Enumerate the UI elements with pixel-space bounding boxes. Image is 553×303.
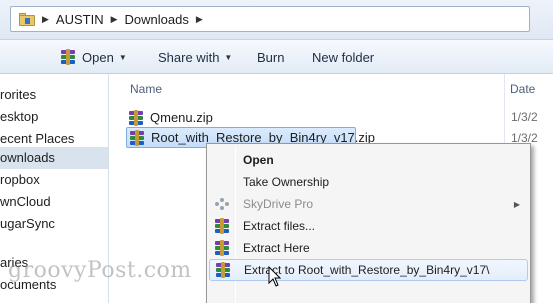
nav-item-downloads[interactable]: ownloads	[0, 147, 108, 169]
menu-item-label: Take Ownership	[243, 175, 330, 189]
menu-item-skydrive-pro[interactable]: SkyDrive Pro ▶	[209, 193, 528, 215]
share-with-label: Share with	[158, 49, 220, 65]
nav-item-dropbox[interactable]: ropbox	[0, 169, 40, 191]
menu-item-extract-files[interactable]: Extract files...	[209, 215, 528, 237]
winrar-icon	[128, 109, 144, 126]
winrar-icon	[60, 49, 76, 65]
menu-item-open[interactable]: Open	[209, 149, 528, 171]
folder-icon	[19, 12, 35, 26]
file-row-qmenu[interactable]: Qmenu.zip	[128, 107, 288, 128]
share-with-button[interactable]: Share with ▼	[158, 40, 232, 74]
watermark-logo: groovyPost.com	[8, 258, 192, 283]
menu-item-extract-to-folder[interactable]: Extract to Root_with_Restore_by_Bin4ry_v…	[209, 259, 528, 281]
column-date-header[interactable]: Date	[510, 82, 535, 96]
context-menu: Open Take Ownership SkyDrive Pro ▶ Extra…	[206, 143, 531, 303]
burn-label: Burn	[257, 49, 285, 65]
chevron-right-icon[interactable]: ▶	[111, 14, 118, 25]
open-button[interactable]: Open ▼	[60, 40, 127, 74]
chevron-right-icon[interactable]: ▶	[42, 14, 49, 25]
nav-item-owncloud[interactable]: wnCloud	[0, 191, 51, 213]
menu-item-label: SkyDrive Pro	[243, 197, 314, 211]
chevron-down-icon: ▼	[224, 52, 233, 62]
file-date: 1/3/2	[511, 110, 538, 124]
nav-item-desktop[interactable]: esktop	[0, 106, 38, 128]
chevron-right-icon[interactable]: ▶	[196, 14, 203, 25]
winrar-icon	[214, 240, 230, 256]
skydrive-icon	[215, 198, 229, 210]
nav-item-favorites[interactable]: rorites	[0, 84, 36, 106]
winrar-icon	[215, 262, 231, 278]
breadcrumb-downloads[interactable]: Downloads	[125, 12, 189, 27]
file-name: Qmenu.zip	[150, 110, 213, 125]
menu-item-label: Extract files...	[243, 219, 316, 233]
mouse-pointer-icon	[268, 266, 282, 287]
chevron-down-icon: ▼	[118, 52, 127, 62]
menu-item-label: Open	[243, 153, 274, 167]
burn-button[interactable]: Burn	[257, 40, 284, 74]
nav-item-sugarsync[interactable]: ugarSync	[0, 213, 55, 235]
column-header: Name Date	[110, 74, 553, 303]
menu-item-take-ownership[interactable]: Take Ownership	[209, 171, 528, 193]
menu-item-extract-here[interactable]: Extract Here	[209, 237, 528, 259]
menu-item-label: Extract Here	[243, 241, 310, 255]
new-folder-label: New folder	[312, 49, 375, 65]
address-box[interactable]: ▶ AUSTIN ▶ Downloads ▶	[10, 6, 530, 32]
new-folder-button[interactable]: New folder	[312, 40, 374, 74]
address-bar: ▶ AUSTIN ▶ Downloads ▶	[0, 0, 553, 40]
open-label: Open	[82, 49, 114, 65]
winrar-icon	[129, 129, 145, 146]
column-name-header[interactable]: Name	[130, 82, 162, 96]
submenu-arrow-icon: ▶	[513, 199, 520, 209]
winrar-icon	[214, 218, 230, 234]
breadcrumb-austin[interactable]: AUSTIN	[56, 12, 104, 27]
command-bar: Open ▼ Share with ▼ Burn New folder	[0, 40, 553, 74]
